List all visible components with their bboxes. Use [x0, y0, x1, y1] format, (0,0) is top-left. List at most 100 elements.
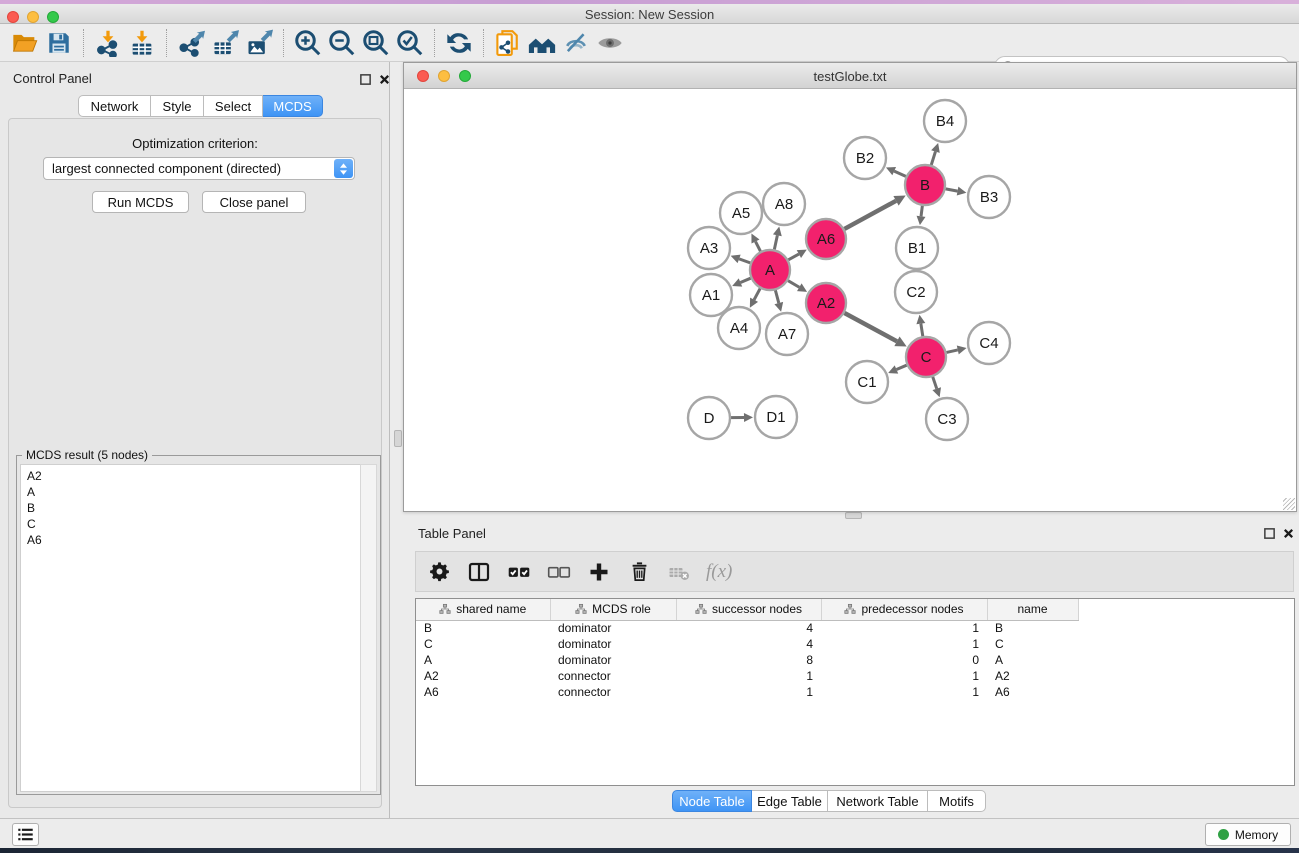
graph-node-A5[interactable]: A5 — [720, 192, 762, 234]
table-close-panel-icon[interactable] — [1282, 527, 1295, 540]
mcds-result-list[interactable]: A2 A B C A6 — [20, 464, 362, 792]
graph-edge-B-B3[interactable] — [946, 189, 958, 191]
tab-mcds[interactable]: MCDS — [263, 95, 323, 117]
open-session-icon[interactable] — [8, 26, 42, 60]
graph-edge-A2-C[interactable] — [844, 313, 896, 341]
graph-edge-A-A4[interactable] — [754, 289, 760, 300]
tab-edge-table[interactable]: Edge Table — [752, 790, 828, 812]
graph-edge-C-C3[interactable] — [933, 377, 937, 389]
graph-node-C4[interactable]: C4 — [968, 322, 1010, 364]
graph-edge-C-C1[interactable] — [896, 365, 906, 369]
export-network-icon[interactable] — [174, 26, 208, 60]
tab-network[interactable]: Network — [78, 95, 151, 117]
function-builder-icon[interactable]: f(x) — [706, 561, 732, 583]
tab-style[interactable]: Style — [151, 95, 204, 117]
close-panel-icon[interactable] — [378, 73, 391, 86]
graph-edge-A-A7[interactable] — [775, 290, 778, 303]
table-row[interactable]: A2connector11A2 — [416, 668, 1294, 684]
show-columns-icon[interactable] — [466, 559, 492, 585]
column-header-shared-name[interactable]: shared name — [416, 599, 550, 620]
float-panel-icon[interactable] — [359, 73, 372, 86]
unselect-all-columns-icon[interactable] — [546, 559, 572, 585]
graph-node-D[interactable]: D — [688, 397, 730, 439]
graph-edge-A-A8[interactable] — [774, 235, 777, 249]
mcds-result-scrollbar[interactable] — [360, 464, 377, 792]
graph-edge-A-A2[interactable] — [788, 281, 799, 288]
window-resize-handle[interactable] — [1283, 498, 1295, 510]
graph-node-C1[interactable]: C1 — [846, 361, 888, 403]
close-panel-button[interactable]: Close panel — [202, 191, 306, 213]
hide-selected-icon[interactable] — [559, 26, 593, 60]
delete-columns-trash-icon[interactable] — [626, 559, 652, 585]
graph-node-A6[interactable]: A6 — [806, 219, 846, 259]
select-all-columns-icon[interactable] — [506, 559, 532, 585]
table-row[interactable]: Bdominator41B — [416, 620, 1294, 636]
zoom-out-icon[interactable] — [325, 26, 359, 60]
mcds-result-item[interactable]: A — [27, 484, 361, 500]
tab-select[interactable]: Select — [204, 95, 263, 117]
table-row[interactable]: Adominator80A — [416, 652, 1294, 668]
graph-edge-C-C2[interactable] — [921, 324, 923, 337]
column-header-mcds-role[interactable]: MCDS role — [550, 599, 676, 620]
graph-edge-A-A1[interactable] — [740, 278, 750, 282]
graph-edge-C-C4[interactable] — [946, 350, 957, 353]
graph-node-C2[interactable]: C2 — [895, 271, 937, 313]
memory-button[interactable]: Memory — [1205, 823, 1291, 846]
table-row[interactable]: Cdominator41C — [416, 636, 1294, 652]
graph-node-C3[interactable]: C3 — [926, 398, 968, 440]
tab-motifs[interactable]: Motifs — [928, 790, 986, 812]
graph-edge-B-B1[interactable] — [921, 206, 922, 216]
tab-node-table[interactable]: Node Table — [672, 790, 752, 812]
import-network-icon[interactable] — [91, 26, 125, 60]
task-history-button[interactable] — [12, 823, 39, 846]
graph-node-A4[interactable]: A4 — [718, 307, 760, 349]
tab-network-table[interactable]: Network Table — [828, 790, 928, 812]
export-image-icon[interactable] — [242, 26, 276, 60]
mcds-result-item[interactable]: B — [27, 500, 361, 516]
vertical-splitter-grip[interactable] — [394, 430, 402, 447]
graph-node-B3[interactable]: B3 — [968, 176, 1010, 218]
graph-node-B4[interactable]: B4 — [924, 100, 966, 142]
run-mcds-button[interactable]: Run MCDS — [92, 191, 189, 213]
show-all-icon[interactable] — [593, 26, 627, 60]
zoom-fit-icon[interactable] — [359, 26, 393, 60]
network-graph-canvas[interactable]: A A1 A2 A3 A4 A5 A6 A7 A8 B B1 B2 B3B4 C C1 C2 C3C4 D D1 — [404, 89, 1296, 511]
column-header-successor-nodes[interactable]: successor nodes — [676, 599, 821, 620]
import-table-icon[interactable] — [125, 26, 159, 60]
table-options-gear-icon[interactable] — [426, 559, 452, 585]
graph-node-B1[interactable]: B1 — [896, 227, 938, 269]
graph-node-A8[interactable]: A8 — [763, 183, 805, 225]
zoom-selected-icon[interactable] — [393, 26, 427, 60]
graph-edge-A-A3[interactable] — [739, 259, 750, 263]
column-header-name[interactable]: name — [987, 599, 1078, 620]
graph-node-A3[interactable]: A3 — [688, 227, 730, 269]
save-session-icon[interactable] — [42, 26, 76, 60]
new-network-from-selection-icon[interactable] — [491, 26, 525, 60]
graph-edge-A-A6[interactable] — [788, 254, 799, 260]
graph-edge-A6-B[interactable] — [844, 201, 896, 229]
graph-node-D1[interactable]: D1 — [755, 396, 797, 438]
refresh-icon[interactable] — [442, 26, 476, 60]
graph-edge-B-B4[interactable] — [931, 152, 935, 165]
graph-node-A7[interactable]: A7 — [766, 313, 808, 355]
create-column-icon[interactable] — [586, 559, 612, 585]
graph-node-A[interactable]: A — [750, 250, 790, 290]
mcds-result-item[interactable]: C — [27, 516, 361, 532]
graph-edge-B-B2[interactable] — [894, 171, 906, 176]
export-table-icon[interactable] — [208, 26, 242, 60]
criterion-dropdown[interactable]: largest connected component (directed) — [43, 157, 355, 180]
graph-node-A2[interactable]: A2 — [806, 283, 846, 323]
graph-node-B[interactable]: B — [905, 165, 945, 205]
table-row[interactable]: A6connector11A6 — [416, 684, 1294, 700]
graph-node-B2[interactable]: B2 — [844, 137, 886, 179]
graph-node-A1[interactable]: A1 — [690, 274, 732, 316]
column-header-predecessor-nodes[interactable]: predecessor nodes — [821, 599, 987, 620]
mcds-result-item[interactable]: A6 — [27, 532, 361, 548]
destroy-table-icon[interactable] — [666, 559, 692, 585]
graph-node-C[interactable]: C — [906, 337, 946, 377]
table-float-panel-icon[interactable] — [1263, 527, 1276, 540]
zoom-in-icon[interactable] — [291, 26, 325, 60]
first-neighbors-icon[interactable] — [525, 26, 559, 60]
mcds-result-item[interactable]: A2 — [27, 468, 361, 484]
graph-edge-A-A5[interactable] — [756, 242, 761, 252]
